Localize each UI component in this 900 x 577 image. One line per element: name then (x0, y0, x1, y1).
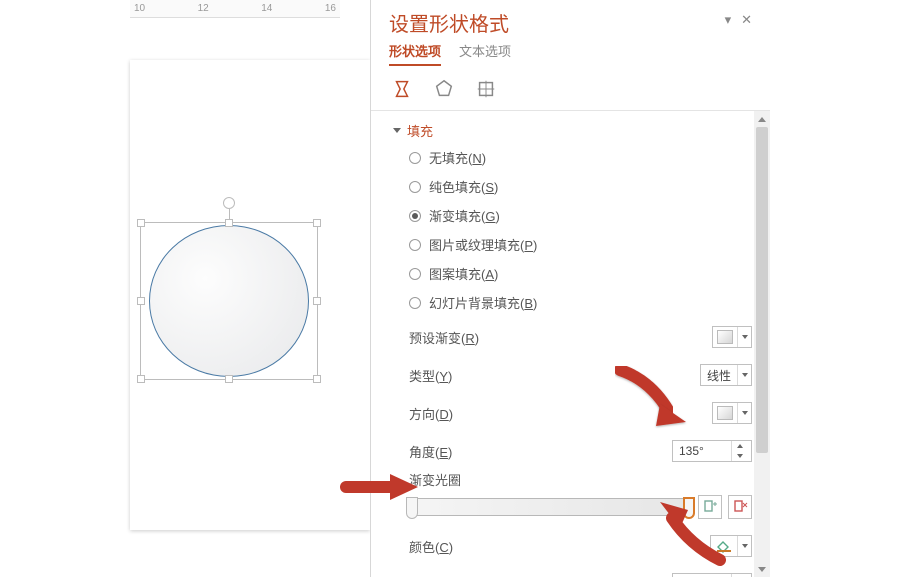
tab-text-options[interactable]: 文本选项 (459, 41, 511, 66)
radio-icon (409, 297, 421, 309)
scroll-up-button[interactable] (754, 111, 770, 127)
spin-down-icon[interactable] (732, 451, 747, 461)
radio-icon (409, 152, 421, 164)
panel-close-icon[interactable]: ✕ (741, 12, 752, 28)
preset-swatch-icon (717, 330, 733, 344)
radio-gradient-fill[interactable]: 渐变填充(G) (409, 206, 752, 225)
fill-section-title: 填充 (407, 121, 433, 140)
chevron-down-icon (737, 365, 751, 385)
radio-slide-bg-fill[interactable]: 幻灯片背景填充(B) (409, 293, 752, 312)
panel-category-icons (371, 66, 770, 111)
radio-pattern-fill[interactable]: 图案填充(A) (409, 264, 752, 283)
stop-position-spinbox[interactable] (672, 573, 752, 577)
fill-section-header[interactable]: 填充 (375, 117, 770, 144)
slide-canvas-area: 10 12 14 16 (0, 0, 370, 577)
horizontal-ruler: 10 12 14 16 (130, 0, 340, 18)
radio-solid-fill[interactable]: 纯色填充(S) (409, 177, 752, 196)
chevron-down-icon (737, 403, 751, 423)
gradient-angle-spinbox[interactable] (672, 440, 752, 462)
stop-color-dropdown[interactable] (710, 535, 752, 557)
stop-color-label: 颜色(C) (409, 537, 453, 556)
scroll-down-button[interactable] (754, 561, 770, 577)
add-gradient-stop-button[interactable] (698, 495, 722, 519)
panel-menu-caret-icon[interactable]: ▾ (725, 12, 732, 28)
oval-shape[interactable] (149, 225, 309, 377)
fill-line-icon[interactable] (389, 76, 415, 102)
radio-icon (409, 210, 421, 222)
caret-down-icon (393, 128, 401, 133)
gradient-type-dropdown[interactable]: 线性 (700, 364, 752, 386)
gradient-stop-thumb[interactable] (683, 497, 695, 519)
shape-selection-box[interactable] (140, 222, 318, 380)
chevron-down-icon (737, 536, 751, 556)
resize-handle-s[interactable] (225, 375, 233, 383)
radio-icon (409, 239, 421, 251)
ruler-tick: 16 (325, 3, 336, 14)
resize-handle-sw[interactable] (137, 375, 145, 383)
scroll-thumb[interactable] (756, 127, 768, 453)
fill-type-radio-group: 无填充(N) 纯色填充(S) 渐变填充(G) 图片或纹理填充(P) 图案填充(A… (375, 144, 770, 322)
gradient-controls: 预设渐变(R) 类型(Y) 线性 方向(D) (375, 322, 770, 468)
panel-tabs: 形状选项 文本选项 (371, 39, 770, 66)
ruler-tick: 12 (198, 3, 209, 14)
panel-scroll-area: 填充 无填充(N) 纯色填充(S) 渐变填充(G) 图片或纹理填充(P) 图案填… (371, 111, 770, 577)
rotate-handle[interactable] (223, 197, 235, 209)
tab-shape-options[interactable]: 形状选项 (389, 41, 441, 66)
gradient-angle-input[interactable] (673, 441, 731, 461)
panel-scrollbar[interactable] (754, 111, 770, 577)
rotate-stem (229, 209, 230, 219)
resize-handle-nw[interactable] (137, 219, 145, 227)
resize-handle-w[interactable] (137, 297, 145, 305)
resize-handle-e[interactable] (313, 297, 321, 305)
remove-gradient-stop-button[interactable] (728, 495, 752, 519)
gradient-direction-label: 方向(D) (409, 404, 453, 423)
gradient-type-value: 线性 (701, 367, 737, 384)
resize-handle-ne[interactable] (313, 219, 321, 227)
radio-icon (409, 181, 421, 193)
gradient-type-label: 类型(Y) (409, 366, 452, 385)
gradient-direction-dropdown[interactable] (712, 402, 752, 424)
panel-header: 设置形状格式 ▾ ✕ (371, 0, 770, 39)
size-properties-icon[interactable] (473, 76, 499, 102)
resize-handle-se[interactable] (313, 375, 321, 383)
gradient-stops-label: 渐变光圈 (409, 470, 752, 489)
panel-title: 设置形状格式 (389, 8, 509, 37)
preset-gradient-dropdown[interactable] (712, 326, 752, 348)
gradient-stops-section: 渐变光圈 (375, 468, 770, 523)
ruler-tick: 14 (261, 3, 272, 14)
radio-icon (409, 268, 421, 280)
spin-up-icon[interactable] (732, 441, 747, 451)
gradient-stops-track[interactable] (409, 498, 692, 516)
gradient-stop-thumb[interactable] (406, 497, 418, 519)
radio-no-fill[interactable]: 无填充(N) (409, 148, 752, 167)
scroll-track[interactable] (754, 127, 770, 561)
radio-picture-fill[interactable]: 图片或纹理填充(P) (409, 235, 752, 254)
ruler-tick: 10 (134, 3, 145, 14)
effects-icon[interactable] (431, 76, 457, 102)
chevron-down-icon (737, 327, 751, 347)
resize-handle-n[interactable] (225, 219, 233, 227)
direction-swatch-icon (717, 406, 733, 420)
gradient-angle-label: 角度(E) (409, 442, 452, 461)
preset-gradient-label: 预设渐变(R) (409, 328, 479, 347)
format-shape-panel: 设置形状格式 ▾ ✕ 形状选项 文本选项 填充 无填充(N) (370, 0, 770, 577)
paint-bucket-icon (715, 539, 733, 553)
